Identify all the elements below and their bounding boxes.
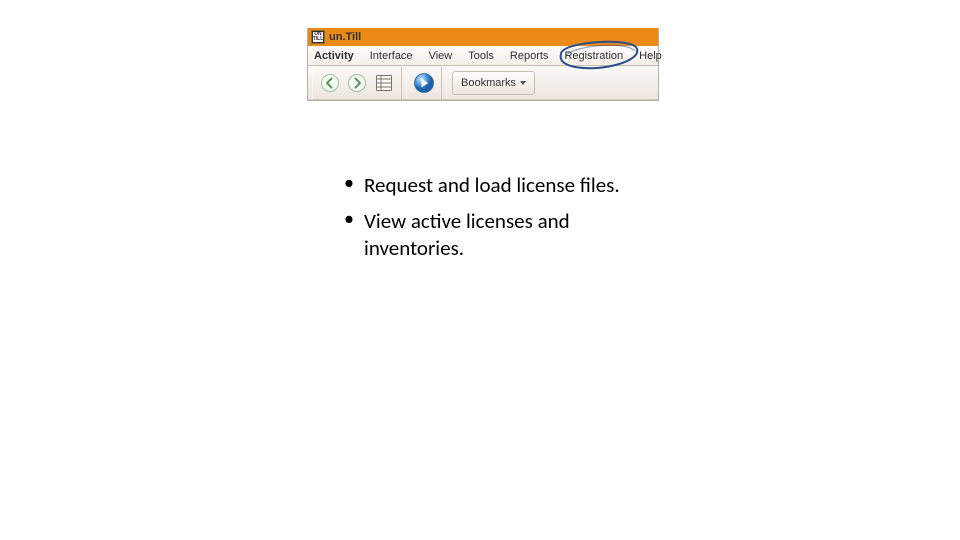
play-group — [406, 66, 442, 99]
menu-registration[interactable]: Registration — [556, 46, 631, 65]
forward-button[interactable] — [345, 71, 369, 95]
chevron-down-icon — [520, 81, 526, 85]
menubar: Activity Interface View Tools Reports Re… — [308, 46, 658, 66]
bookmarks-dropdown[interactable]: Bookmarks — [452, 71, 535, 95]
titlebar: UN TILL un.Till — [308, 28, 658, 46]
play-button[interactable] — [412, 71, 436, 95]
nav-group — [312, 66, 402, 99]
play-icon — [413, 72, 435, 94]
forward-icon — [347, 73, 367, 93]
app-title: un.Till — [329, 31, 361, 43]
toolbar: Bookmarks — [308, 66, 658, 100]
menu-tools[interactable]: Tools — [460, 46, 502, 65]
menu-view[interactable]: View — [421, 46, 461, 65]
menu-interface[interactable]: Interface — [362, 46, 421, 65]
back-icon — [320, 73, 340, 93]
bullet-item: Request and load license files. — [358, 172, 628, 198]
app-icon: UN TILL — [311, 30, 325, 44]
app-window: UN TILL un.Till Activity Interface View … — [307, 28, 659, 101]
bullet-item: View active licenses and inventories. — [358, 208, 628, 261]
menu-reports[interactable]: Reports — [502, 46, 557, 65]
menu-activity[interactable]: Activity — [308, 46, 362, 65]
table-icon — [375, 74, 393, 92]
back-button[interactable] — [318, 71, 342, 95]
bookmarks-label: Bookmarks — [461, 77, 516, 89]
slide-body: Request and load license files. View act… — [338, 172, 628, 271]
table-button[interactable] — [372, 71, 396, 95]
bookmarks-group: Bookmarks — [446, 66, 540, 99]
menu-help[interactable]: Help — [631, 46, 670, 65]
